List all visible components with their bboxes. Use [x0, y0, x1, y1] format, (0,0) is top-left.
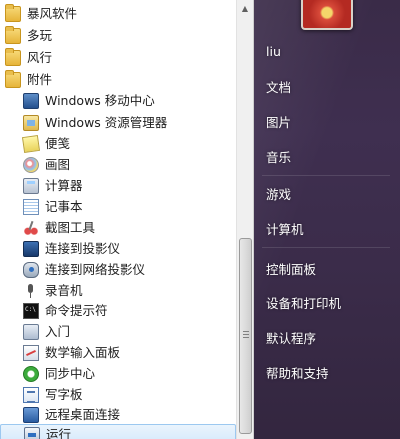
program-item-network-projector[interactable]: 连接到网络投影仪 [0, 259, 236, 281]
program-label: Windows 资源管理器 [45, 115, 168, 130]
program-item-explorer[interactable]: Windows 资源管理器 [0, 112, 236, 134]
run-icon [24, 427, 40, 439]
program-label: 远程桌面连接 [45, 407, 121, 422]
right-item-user[interactable]: liu [266, 44, 281, 60]
program-label: 记事本 [45, 199, 83, 214]
program-item-notepad[interactable]: 记事本 [0, 196, 236, 218]
remote-desktop-icon [23, 407, 39, 423]
program-item-sync-center[interactable]: 同步中心 [0, 363, 236, 385]
command-prompt-icon [23, 303, 39, 319]
snipping-tool-icon [23, 220, 39, 236]
program-item-getting-started[interactable]: 入门 [0, 321, 236, 343]
folder-item-baofeng[interactable]: 暴风软件 [0, 3, 236, 25]
scroll-up-arrow-icon[interactable]: ▲ [237, 0, 253, 16]
program-item-remote-desktop[interactable]: 远程桌面连接 [0, 404, 236, 426]
right-item-devices-printers[interactable]: 设备和打印机 [266, 296, 341, 312]
right-item-default-programs[interactable]: 默认程序 [266, 331, 316, 347]
program-item-calculator[interactable]: 计算器 [0, 175, 236, 197]
explorer-icon [23, 115, 39, 131]
program-label: 写字板 [45, 387, 83, 402]
user-picture-avatar[interactable] [301, 0, 353, 30]
paint-icon [23, 157, 39, 173]
right-item-pictures[interactable]: 图片 [266, 115, 291, 131]
program-label: 便笺 [45, 136, 71, 151]
program-label: 入门 [45, 324, 71, 339]
program-item-snipping-tool[interactable]: 截图工具 [0, 217, 236, 239]
scrollbar-thumb[interactable] [239, 238, 252, 434]
start-menu-right-pane: liu 文档 图片 音乐 游戏 计算机 控制面板 设备和打印机 默认程序 帮助和… [254, 0, 400, 439]
program-label: 连接到投影仪 [45, 241, 121, 256]
folder-item-fengxing[interactable]: 风行 [0, 47, 236, 69]
scrollbar-grip-icon [243, 331, 249, 338]
program-item-command-prompt[interactable]: 命令提示符 [0, 300, 236, 322]
program-item-math-input[interactable]: 数学输入面板 [0, 342, 236, 364]
projector-icon [23, 241, 39, 257]
microphone-icon [23, 283, 39, 299]
folder-label: 附件 [27, 72, 53, 87]
program-label: Windows 移动中心 [45, 93, 155, 108]
program-item-run[interactable]: 运行 [0, 424, 236, 439]
right-item-help-support[interactable]: 帮助和支持 [266, 366, 329, 382]
notepad-icon [23, 199, 39, 215]
program-label: 画图 [45, 157, 71, 172]
right-item-documents[interactable]: 文档 [266, 80, 291, 96]
sync-center-icon [23, 366, 39, 382]
folder-label: 多玩 [27, 28, 53, 43]
programs-list: 暴风软件 多玩 风行 附件 Windows 移动中心 Windows 资源管理器… [0, 0, 236, 439]
program-item-sound-recorder[interactable]: 录音机 [0, 280, 236, 302]
program-label: 截图工具 [45, 220, 96, 235]
program-label: 同步中心 [45, 366, 96, 381]
programs-scrollbar[interactable]: ▲ [236, 0, 253, 439]
program-label: 数学输入面板 [45, 345, 121, 360]
program-item-sticky-notes[interactable]: 便笺 [0, 133, 236, 155]
folder-icon [5, 48, 21, 66]
all-programs-pane: 暴风软件 多玩 风行 附件 Windows 移动中心 Windows 资源管理器… [0, 0, 254, 439]
right-item-control-panel[interactable]: 控制面板 [266, 262, 316, 278]
folder-label: 风行 [27, 50, 53, 65]
folder-icon [5, 4, 21, 22]
folder-item-duowan[interactable]: 多玩 [0, 25, 236, 47]
right-separator [262, 175, 390, 176]
right-separator [262, 247, 390, 248]
program-label: 命令提示符 [45, 303, 108, 318]
program-item-wordpad[interactable]: 写字板 [0, 384, 236, 406]
program-item-paint[interactable]: 画图 [0, 154, 236, 176]
program-label: 运行 [46, 427, 72, 439]
program-item-mobility-center[interactable]: Windows 移动中心 [0, 90, 236, 112]
folder-label: 暴风软件 [27, 6, 78, 21]
program-label: 计算器 [45, 178, 83, 193]
mobility-center-icon [23, 93, 39, 109]
sticky-notes-icon [21, 134, 41, 154]
right-item-computer[interactable]: 计算机 [266, 222, 304, 238]
getting-started-icon [23, 324, 39, 340]
math-input-icon [23, 345, 39, 361]
folder-icon [5, 26, 21, 44]
wordpad-icon [23, 387, 39, 403]
right-item-music[interactable]: 音乐 [266, 150, 291, 166]
network-projector-icon [23, 262, 39, 278]
program-item-projector[interactable]: 连接到投影仪 [0, 238, 236, 260]
right-item-games[interactable]: 游戏 [266, 187, 291, 203]
program-label: 录音机 [45, 283, 83, 298]
folder-icon [5, 70, 21, 88]
calculator-icon [23, 178, 39, 194]
program-label: 连接到网络投影仪 [45, 262, 146, 277]
folder-item-accessories[interactable]: 附件 [0, 69, 236, 91]
